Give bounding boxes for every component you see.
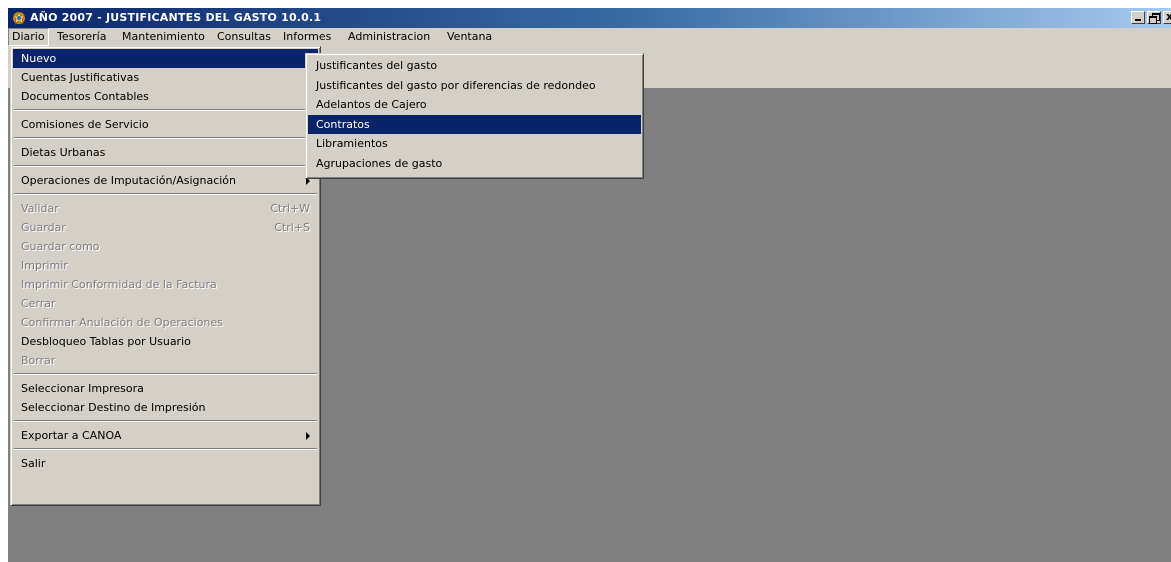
title-bar[interactable]: AÑO 2007 - JUSTIFICANTES DEL GASTO 10.0.… xyxy=(8,8,1171,28)
minimize-icon[interactable] xyxy=(1131,11,1145,24)
menu-item-label: Libramientos xyxy=(316,137,388,150)
maximize-icon[interactable] xyxy=(1147,11,1161,24)
menu-item-operaciones[interactable]: Operaciones de Imputación/Asignación xyxy=(13,171,318,190)
menu-item-label: Justificantes del gasto xyxy=(316,59,438,72)
submenu-item-adelantos-cajero[interactable]: Adelantos de Cajero xyxy=(308,95,641,115)
shortcut-label: Ctrl+S xyxy=(274,221,310,234)
menu-item-validar[interactable]: Validar Ctrl+W xyxy=(13,199,318,218)
menu-item-confirmar-anulacion[interactable]: Confirmar Anulación de Operaciones xyxy=(13,313,318,332)
submenu-arrow-icon xyxy=(306,432,310,440)
menu-separator xyxy=(13,370,318,379)
menu-item-label: Comisiones de Servicio xyxy=(21,118,149,131)
menu-item-label: Documentos Contables xyxy=(21,90,149,103)
menu-item-label: Guardar como xyxy=(21,240,100,253)
menu-bar: Diario Tesorería Mantenimiento Consultas… xyxy=(8,28,1171,46)
menu-administracion[interactable]: Administracion xyxy=(345,29,433,45)
menu-item-cerrar[interactable]: Cerrar xyxy=(13,294,318,313)
menu-separator xyxy=(13,162,318,171)
menu-item-cuentas-justificativas[interactable]: Cuentas Justificativas xyxy=(13,68,318,87)
menu-item-label: Guardar xyxy=(21,221,66,234)
menu-item-imprimir[interactable]: Imprimir xyxy=(13,256,318,275)
menu-item-label: Adelantos de Cajero xyxy=(316,98,427,111)
menu-item-seleccionar-destino[interactable]: Seleccionar Destino de Impresión xyxy=(13,398,318,417)
menu-item-desbloqueo[interactable]: Desbloqueo Tablas por Usuario xyxy=(13,332,318,351)
menu-item-label: Seleccionar Impresora xyxy=(21,382,144,395)
submenu-item-agrupaciones[interactable]: Agrupaciones de gasto xyxy=(308,154,641,174)
diario-menu: Nuevo Cuentas Justificativas Documentos … xyxy=(10,46,321,506)
menu-consultas[interactable]: Consultas xyxy=(214,29,274,45)
menu-tesoreria[interactable]: Tesorería xyxy=(54,29,109,45)
menu-item-label: Operaciones de Imputación/Asignación xyxy=(21,174,237,187)
menu-diario[interactable]: Diario xyxy=(8,28,49,46)
menu-item-documentos-contables[interactable]: Documentos Contables xyxy=(13,87,318,106)
menu-item-label: Imprimir Conformidad de la Factura xyxy=(21,278,217,291)
menu-item-label: Agrupaciones de gasto xyxy=(316,156,443,170)
menu-item-label: Borrar xyxy=(21,354,56,367)
menu-separator xyxy=(13,190,318,199)
menu-item-label: Dietas Urbanas xyxy=(21,146,106,159)
menu-item-label: Confirmar Anulación de Operaciones xyxy=(21,316,223,329)
menu-item-imprimir-conformidad[interactable]: Imprimir Conformidad de la Factura xyxy=(13,275,318,294)
menu-item-guardar-como[interactable]: Guardar como xyxy=(13,237,318,256)
menu-item-label: Cuentas Justificativas xyxy=(21,71,140,84)
menu-item-salir[interactable]: Salir xyxy=(13,454,318,473)
nuevo-submenu: Justificantes del gasto Justificantes de… xyxy=(305,53,644,179)
menu-item-label: Seleccionar Destino de Impresión xyxy=(21,401,206,414)
app-icon xyxy=(12,11,26,25)
menu-item-comisiones[interactable]: Comisiones de Servicio xyxy=(13,115,318,134)
shortcut-label: Ctrl+W xyxy=(270,202,310,215)
menu-separator xyxy=(13,445,318,454)
menu-informes[interactable]: Informes xyxy=(280,29,334,45)
menu-item-dietas-urbanas[interactable]: Dietas Urbanas xyxy=(13,143,318,162)
menu-item-label: Exportar a CANOA xyxy=(21,429,122,442)
app-window: AÑO 2007 - JUSTIFICANTES DEL GASTO 10.0.… xyxy=(8,8,1171,562)
close-icon[interactable] xyxy=(1163,10,1171,24)
menu-mantenimiento[interactable]: Mantenimiento xyxy=(119,29,208,45)
menu-separator xyxy=(13,106,318,115)
menu-item-label: Imprimir xyxy=(21,259,68,272)
menu-item-label: Salir xyxy=(21,457,46,470)
submenu-item-libramientos[interactable]: Libramientos xyxy=(308,134,641,154)
menu-separator xyxy=(13,417,318,426)
submenu-item-justificantes-redondeo[interactable]: Justificantes del gasto por diferencias … xyxy=(308,76,641,96)
submenu-item-contratos[interactable]: Contratos xyxy=(308,114,641,134)
menu-separator xyxy=(13,134,318,143)
menu-item-label: Justificantes del gasto por diferencias … xyxy=(316,78,596,92)
menu-item-nuevo[interactable]: Nuevo xyxy=(13,49,318,68)
menu-item-borrar[interactable]: Borrar xyxy=(13,351,318,370)
submenu-item-justificantes-gasto[interactable]: Justificantes del gasto xyxy=(308,56,641,76)
menu-item-label: Nuevo xyxy=(21,52,57,65)
menu-item-label: Contratos xyxy=(316,117,370,131)
menu-item-label: Validar xyxy=(21,202,59,215)
menu-item-exportar-canoa[interactable]: Exportar a CANOA xyxy=(13,426,318,445)
window-title: AÑO 2007 - JUSTIFICANTES DEL GASTO 10.0.… xyxy=(30,11,322,24)
menu-item-label: Cerrar xyxy=(21,297,56,310)
menu-ventana[interactable]: Ventana xyxy=(444,29,495,45)
menu-item-guardar[interactable]: Guardar Ctrl+S xyxy=(13,218,318,237)
menu-item-seleccionar-impresora[interactable]: Seleccionar Impresora xyxy=(13,379,318,398)
menu-item-label: Desbloqueo Tablas por Usuario xyxy=(21,335,191,348)
